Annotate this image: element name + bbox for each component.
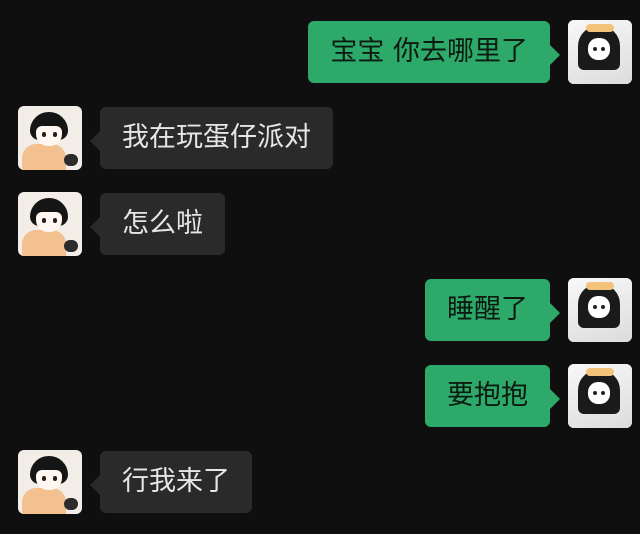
avatar-eye: [42, 476, 46, 481]
avatar-face: [588, 296, 610, 318]
girl-avatar[interactable]: [568, 364, 632, 428]
avatar-ribbon: [586, 368, 614, 376]
boy-avatar[interactable]: [18, 106, 82, 170]
cat-icon: [64, 154, 78, 166]
message-row: 行我来了: [18, 450, 252, 514]
avatar-eye: [593, 305, 597, 309]
avatar-eye: [593, 47, 597, 51]
cat-icon: [64, 240, 78, 252]
avatar-face: [588, 38, 610, 60]
message-row: 怎么啦: [18, 192, 225, 256]
message-row: 要抱抱: [425, 364, 632, 428]
avatar-eye: [601, 391, 605, 395]
avatar-face: [36, 212, 62, 232]
avatar-eye: [601, 305, 605, 309]
avatar-eye: [53, 132, 57, 137]
incoming-message-bubble[interactable]: 行我来了: [90, 450, 252, 514]
chat-thread: 宝宝 你去哪里了 我在玩蛋仔派对 怎么啦 睡醒了 要抱抱 行我来了: [0, 0, 640, 534]
avatar-eye: [53, 218, 57, 223]
message-row: 我在玩蛋仔派对: [18, 106, 333, 170]
avatar-eye: [53, 476, 57, 481]
message-row: 睡醒了: [425, 278, 632, 342]
incoming-message-bubble[interactable]: 怎么啦: [90, 192, 225, 256]
girl-avatar[interactable]: [568, 20, 632, 84]
avatar-face: [36, 126, 62, 146]
boy-avatar[interactable]: [18, 192, 82, 256]
boy-avatar[interactable]: [18, 450, 82, 514]
outgoing-message-bubble[interactable]: 宝宝 你去哪里了: [308, 20, 560, 84]
message-row: 宝宝 你去哪里了: [308, 20, 632, 84]
outgoing-message-bubble[interactable]: 要抱抱: [425, 364, 560, 428]
incoming-message-bubble[interactable]: 我在玩蛋仔派对: [90, 106, 333, 170]
avatar-face: [588, 382, 610, 404]
girl-avatar[interactable]: [568, 278, 632, 342]
avatar-face: [36, 470, 62, 490]
avatar-ribbon: [586, 282, 614, 290]
avatar-ribbon: [586, 24, 614, 32]
avatar-eye: [42, 132, 46, 137]
avatar-body: [22, 488, 66, 514]
cat-icon: [64, 498, 78, 510]
avatar-eye: [42, 218, 46, 223]
avatar-body: [22, 144, 66, 170]
avatar-eye: [601, 47, 605, 51]
avatar-eye: [593, 391, 597, 395]
avatar-body: [22, 230, 66, 256]
outgoing-message-bubble[interactable]: 睡醒了: [425, 278, 560, 342]
